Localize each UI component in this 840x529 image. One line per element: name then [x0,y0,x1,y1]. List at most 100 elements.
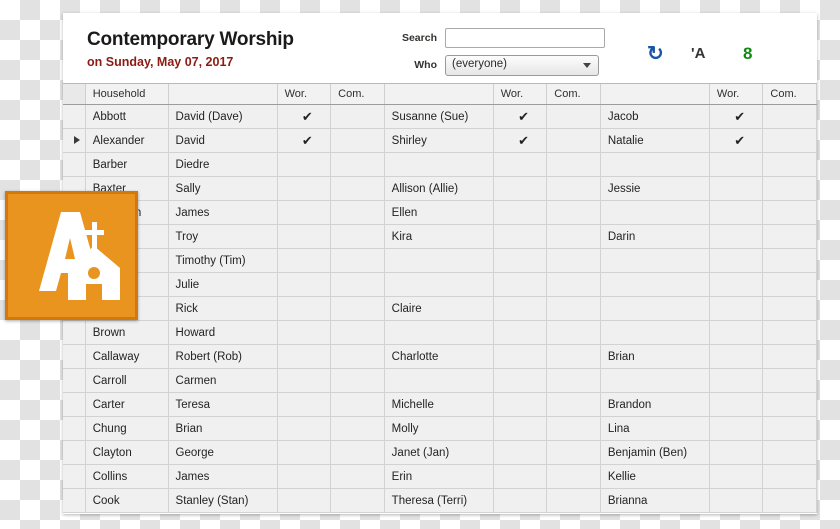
communion-check-cell[interactable] [330,440,385,465]
communion-check-cell[interactable] [546,344,601,369]
worship-check-cell[interactable] [277,440,332,465]
table-row[interactable]: BenedictTimothy (Tim) [63,248,817,273]
communion-check-cell[interactable] [330,152,385,177]
communion-check-cell[interactable] [762,176,817,201]
worship-check-cell[interactable] [493,224,548,249]
member-name-cell[interactable]: Stanley (Stan) [168,488,278,513]
communion-check-cell[interactable] [330,248,385,273]
table-row[interactable]: Clayton George Janet (Jan) Benjamin (Ben) [63,440,817,465]
worship-check-cell[interactable] [277,344,332,369]
household-cell[interactable]: Clayton [85,440,169,465]
communion-check-cell[interactable] [546,200,601,225]
member-name-cell[interactable]: Robert (Rob) [168,344,278,369]
household-cell[interactable]: Carroll [85,368,169,393]
communion-check-cell[interactable] [546,224,601,249]
communion-check-cell[interactable] [762,440,817,465]
worship-check-cell[interactable]: ✔ [493,104,548,129]
column-header-wor2[interactable]: Wor. [493,84,548,105]
worship-check-cell[interactable] [493,440,548,465]
worship-check-cell[interactable] [277,224,332,249]
communion-check-cell[interactable] [762,392,817,417]
member-name-cell[interactable]: Julie [168,272,278,297]
communion-check-cell[interactable] [330,128,385,153]
table-row[interactable]: BrownRickClaire [63,296,817,321]
worship-check-cell[interactable] [277,152,332,177]
row-expander-cell[interactable] [63,344,86,369]
row-expander-cell[interactable] [63,368,86,393]
household-cell[interactable]: Brown [85,320,169,345]
row-expander-cell[interactable] [63,488,86,513]
column-header-com3[interactable]: Com. [762,84,817,105]
member-name-cell[interactable]: Jessie [600,176,710,201]
worship-check-cell[interactable] [277,464,332,489]
member-name-cell[interactable]: Diedre [168,152,278,177]
communion-check-cell[interactable] [762,224,817,249]
worship-check-cell[interactable] [493,176,548,201]
communion-check-cell[interactable] [762,344,817,369]
column-header-person3[interactable] [600,84,710,105]
worship-check-cell[interactable] [493,392,548,417]
household-cell[interactable]: Callaway [85,344,169,369]
table-row[interactable]: Callaway Robert (Rob) Charlotte Brian [63,344,817,369]
row-expander-cell[interactable] [63,440,86,465]
member-name-cell[interactable]: James [168,464,278,489]
table-row[interactable]: Carter Teresa Michelle Brandon [63,392,817,417]
member-name-cell[interactable]: Natalie [600,128,710,153]
communion-check-cell[interactable] [330,176,385,201]
row-expander-cell[interactable] [63,464,86,489]
row-expander-cell[interactable] [63,128,86,153]
communion-check-cell[interactable] [330,488,385,513]
worship-check-cell[interactable] [277,416,332,441]
expander-triangle-icon[interactable] [74,136,81,145]
column-header-wor3[interactable]: Wor. [709,84,764,105]
member-name-cell[interactable]: Allison (Allie) [384,176,494,201]
communion-check-cell[interactable] [546,464,601,489]
member-name-cell[interactable]: Benjamin (Ben) [600,440,710,465]
member-name-cell[interactable]: Kellie [600,464,710,489]
household-cell[interactable]: Alexander [85,128,169,153]
worship-check-cell[interactable] [277,296,332,321]
worship-check-cell[interactable]: ✔ [493,128,548,153]
worship-check-cell[interactable] [277,200,332,225]
member-name-cell[interactable]: Charlotte [384,344,494,369]
row-expander-cell[interactable] [63,152,86,177]
worship-check-cell[interactable] [709,392,764,417]
household-cell[interactable]: Collins [85,464,169,489]
table-row[interactable]: Collins James Erin Kellie [63,464,817,489]
member-name-cell[interactable]: David (Dave) [168,104,278,129]
search-input[interactable] [445,28,605,48]
worship-check-cell[interactable] [709,464,764,489]
communion-check-cell[interactable] [330,296,385,321]
communion-check-cell[interactable] [330,104,385,129]
table-row[interactable]: Barber Diedre [63,152,817,177]
household-cell[interactable]: Abbott [85,104,169,129]
member-name-cell[interactable]: Jacob [600,104,710,129]
worship-check-cell[interactable] [709,224,764,249]
row-expander-cell[interactable] [63,320,86,345]
worship-check-cell[interactable] [493,416,548,441]
worship-check-cell[interactable] [277,248,332,273]
worship-check-cell[interactable] [493,344,548,369]
communion-check-cell[interactable] [330,416,385,441]
household-cell[interactable]: Carter [85,392,169,417]
worship-check-cell[interactable] [709,440,764,465]
member-name-cell[interactable]: Rick [168,296,278,321]
member-name-cell[interactable]: Brian [600,344,710,369]
member-name-cell[interactable]: Ellen [384,200,494,225]
column-header-wor1[interactable]: Wor. [277,84,332,105]
worship-check-cell[interactable] [709,488,764,513]
column-header-com2[interactable]: Com. [546,84,601,105]
communion-check-cell[interactable] [546,488,601,513]
member-name-cell[interactable]: Erin [384,464,494,489]
table-row[interactable]: BrooksJulie [63,272,817,297]
row-expander-cell[interactable] [63,392,86,417]
communion-check-cell[interactable] [762,128,817,153]
member-name-cell[interactable]: Howard [168,320,278,345]
communion-check-cell[interactable] [546,392,601,417]
worship-check-cell[interactable] [493,200,548,225]
table-row[interactable]: Baxter Sally Allison (Allie) Jessie [63,176,817,201]
member-name-cell[interactable]: Troy [168,224,278,249]
worship-check-cell[interactable] [277,320,332,345]
worship-check-cell[interactable] [493,488,548,513]
communion-check-cell[interactable] [546,104,601,129]
